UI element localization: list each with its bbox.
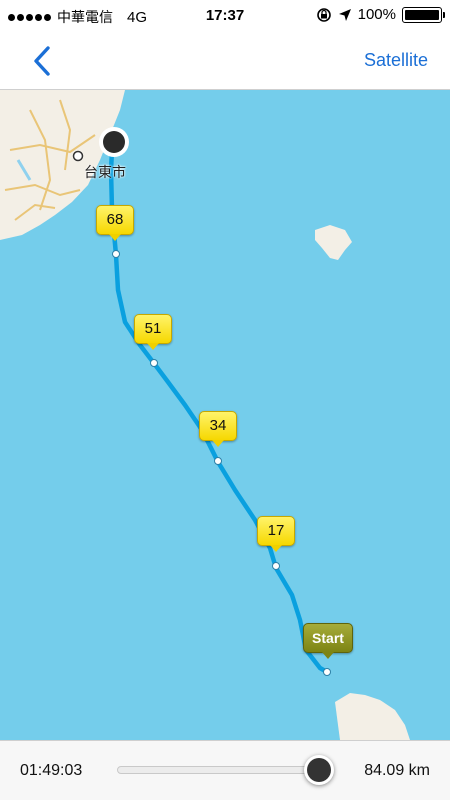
city-dot [72, 150, 84, 162]
playback-slider-thumb[interactable] [304, 755, 335, 785]
rotation-lock-icon [316, 7, 331, 22]
location-arrow-icon [338, 8, 351, 21]
waypoint-dot [112, 250, 120, 258]
distance-marker-34[interactable]: 34 [199, 411, 237, 447]
route-line [108, 129, 330, 675]
back-button[interactable] [30, 44, 60, 78]
distance-marker-51[interactable]: 51 [134, 314, 172, 350]
playback-slider-track[interactable] [117, 766, 332, 774]
island-shape-bottom [335, 693, 410, 740]
battery-percent: 100% [357, 6, 396, 23]
battery-icon [402, 6, 445, 23]
waypoint-dot [150, 359, 158, 367]
carrier-name: 中華電信 [57, 10, 113, 26]
distance-marker-68[interactable]: 68 [96, 205, 134, 241]
waypoint-dot [323, 668, 331, 676]
city-label: 台東市 [84, 165, 126, 181]
signal-strength-icon [8, 13, 51, 21]
status-right: 100% [316, 6, 445, 23]
map-view[interactable]: 台東市 68 51 34 17 Start [0, 90, 450, 740]
elapsed-time: 01:49:03 [20, 762, 83, 779]
network-type: 4G [127, 8, 148, 26]
playback-bar: 01:49:03 84.09 km [0, 740, 450, 800]
start-marker[interactable]: Start [303, 623, 353, 659]
waypoint-dot [272, 562, 280, 570]
waypoint-dot [214, 457, 222, 465]
satellite-button[interactable]: Satellite [364, 50, 428, 71]
total-distance: 84.09 km [364, 762, 430, 779]
island-shape [315, 225, 352, 260]
status-bar: 中華電信 4G 17:37 100% [0, 0, 450, 32]
status-left: 中華電信 4G [8, 7, 147, 27]
chevron-left-icon [34, 46, 50, 76]
distance-marker-17[interactable]: 17 [257, 516, 295, 552]
navigation-bar: Satellite [0, 32, 450, 90]
